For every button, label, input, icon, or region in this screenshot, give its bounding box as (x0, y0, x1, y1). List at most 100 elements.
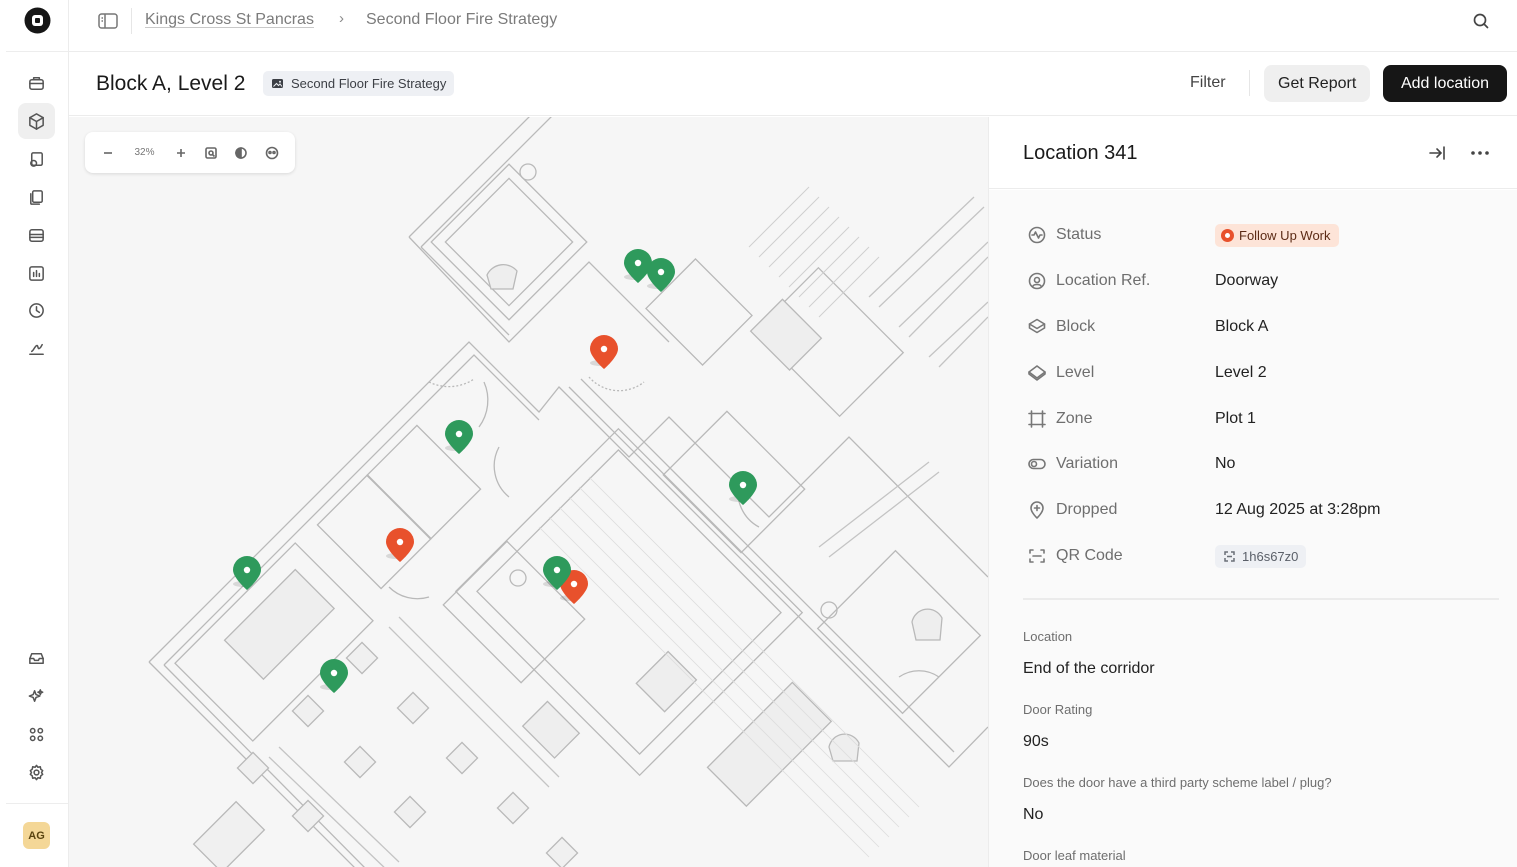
plan-tag[interactable]: Second Floor Fire Strategy (263, 71, 455, 96)
clock-icon (29, 302, 44, 318)
more-options-icon[interactable] (1468, 142, 1492, 164)
property-zone: Zone (1027, 407, 1092, 431)
property-label: Level (1056, 364, 1095, 381)
sidebar-item-history[interactable] (18, 292, 55, 328)
plan-tag-label: Second Floor Fire Strategy (291, 76, 447, 91)
gear-icon (29, 764, 44, 780)
plus-icon (176, 148, 185, 157)
sidebar-item-documents[interactable] (18, 179, 55, 215)
sidebar-item-inbox-tray[interactable] (18, 217, 55, 253)
sidebar-item-plans[interactable] (18, 103, 55, 139)
sidebar-item-locations[interactable] (18, 141, 55, 177)
contrast-icon (235, 146, 248, 159)
field-label-door-rating: Door Rating (1023, 702, 1093, 717)
field-value-third-party: No (1023, 806, 1044, 823)
section-divider (1023, 598, 1499, 600)
qr-scan-icon (1029, 549, 1045, 563)
search-icon[interactable] (1471, 11, 1491, 31)
add-location-button[interactable]: Add location (1383, 65, 1507, 102)
sidebar-item-inbox[interactable] (18, 640, 55, 676)
collapse-panel-icon[interactable] (1426, 142, 1448, 164)
documents-icon (30, 189, 43, 205)
app-logo-icon[interactable] (24, 7, 51, 34)
sidebar: AG (0, 0, 69, 867)
grid-icon (29, 727, 44, 741)
sidebar-item-reports[interactable] (18, 255, 55, 291)
fit-view-button[interactable] (200, 142, 222, 164)
visibility-button[interactable] (261, 142, 283, 164)
get-report-button[interactable]: Get Report (1264, 65, 1371, 102)
cube-icon (29, 112, 44, 130)
contrast-button[interactable] (230, 142, 252, 164)
sidebar-item-sign-off[interactable] (18, 330, 55, 366)
activity-icon (1028, 226, 1046, 244)
map-pin-green[interactable] (727, 469, 759, 507)
property-qr-code: QR Code (1027, 544, 1123, 568)
property-level: Level (1027, 361, 1094, 385)
status-badge: Follow Up Work (1215, 223, 1339, 247)
status-value[interactable]: Follow Up Work (1215, 223, 1339, 247)
dropped-value: 12 Aug 2025 at 3:28pm (1215, 501, 1381, 518)
breadcrumb-separator: › (339, 10, 344, 27)
zoom-in-button[interactable] (170, 142, 192, 164)
map-toolbar: 32% (85, 132, 295, 173)
level-diamond-icon (1028, 365, 1046, 381)
map-pin-book-icon (30, 151, 43, 167)
top-bar: Kings Cross St Pancras › Second Floor Fi… (69, 0, 1517, 52)
property-block: Block (1027, 315, 1095, 339)
zone-value: Plot 1 (1215, 410, 1256, 427)
briefcase-icon (29, 76, 44, 90)
field-value-location: End of the corridor (1023, 660, 1155, 677)
tray-icon (29, 228, 44, 242)
zone-frame-icon (1028, 410, 1046, 428)
sidebar-item-settings[interactable] (18, 754, 55, 790)
location-detail-panel: Location 341 Status Follow Up Work Locat… (988, 117, 1517, 867)
sidebar-item-projects[interactable] (18, 65, 55, 101)
property-label: Dropped (1056, 501, 1118, 518)
eye-circle-icon (265, 146, 279, 159)
status-text: Follow Up Work (1239, 227, 1331, 243)
block-value: Block A (1215, 318, 1269, 335)
signature-icon (29, 343, 44, 355)
property-label: Variation (1056, 455, 1118, 472)
qr-code-badge: 1h6s67z0 (1215, 544, 1307, 568)
topbar-divider (131, 8, 132, 34)
filter-button[interactable]: Filter (1180, 65, 1236, 101)
location-ref-value: Doorway (1215, 272, 1279, 289)
sidebar-toggle-icon[interactable] (97, 11, 119, 31)
sidebar-item-ai[interactable] (18, 678, 55, 714)
map-pin-green[interactable] (541, 554, 573, 592)
qr-code-value[interactable]: 1h6s67z0 (1215, 544, 1307, 568)
detail-header: Location 341 (989, 117, 1517, 189)
sidebar-item-apps[interactable] (18, 716, 55, 752)
avatar[interactable]: AG (23, 822, 50, 849)
map-pin-orange[interactable] (588, 333, 620, 371)
floor-plan-drawing (148, 117, 988, 867)
layers-icon (1028, 318, 1046, 334)
floor-plan-map[interactable]: 32% (69, 117, 988, 867)
map-pin-green[interactable] (318, 657, 350, 695)
map-pin-green[interactable] (443, 418, 475, 456)
toggle-icon (1028, 458, 1046, 470)
breadcrumb-plan[interactable]: Second Floor Fire Strategy (366, 11, 557, 29)
zoom-out-button[interactable] (97, 142, 119, 164)
sidebar-divider (6, 803, 68, 804)
property-label: Status (1056, 226, 1102, 243)
page-title: Block A, Level 2 (96, 72, 246, 95)
qr-code-text: 1h6s67z0 (1242, 548, 1299, 564)
map-pin-green[interactable] (231, 554, 263, 592)
location-target-icon (1028, 272, 1046, 290)
property-label: Zone (1056, 410, 1093, 427)
minus-icon (104, 151, 113, 154)
bar-chart-icon (29, 265, 44, 281)
zoom-level: 32% (134, 147, 155, 158)
detail-title: Location 341 (1023, 142, 1138, 164)
map-pin-green[interactable] (645, 256, 677, 294)
breadcrumb-project[interactable]: Kings Cross St Pancras (145, 11, 314, 29)
inbox-icon (29, 652, 44, 664)
field-label-door-leaf: Door leaf material (1023, 848, 1126, 863)
field-label-third-party: Does the door have a third party scheme … (1023, 775, 1332, 790)
field-label-location: Location (1023, 629, 1073, 644)
sparkles-icon (28, 688, 44, 702)
map-pin-orange[interactable] (384, 526, 416, 564)
